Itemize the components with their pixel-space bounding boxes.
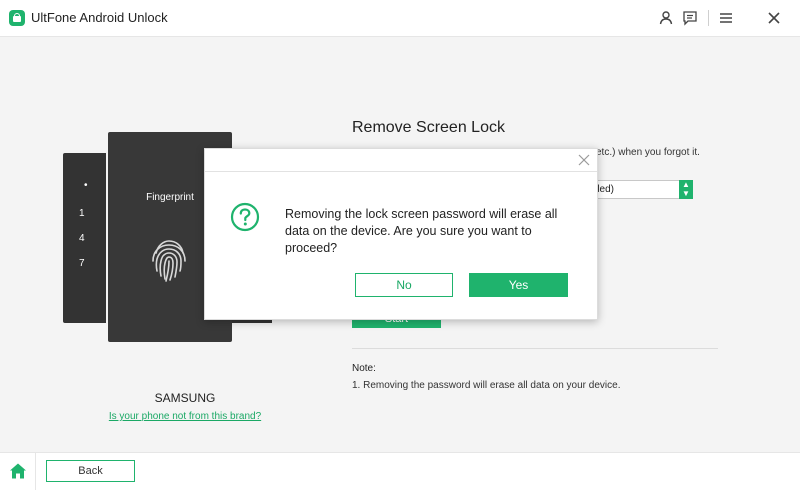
no-button[interactable]: No [355, 273, 453, 297]
app-logo-icon [9, 10, 25, 26]
dialog-message: Removing the lock screen password will e… [285, 207, 558, 255]
note-title: Note: [352, 363, 376, 374]
bottom-bar: Back [0, 452, 800, 490]
brand-name: SAMSUNG [154, 391, 216, 405]
keypad-number: 7 [79, 258, 85, 269]
user-icon[interactable] [658, 10, 674, 26]
change-brand-link[interactable]: Is your phone not from this brand? [100, 411, 270, 422]
keypad-number: 1 [79, 208, 85, 219]
title-bar: UltFone Android Unlock [0, 0, 800, 37]
section-title: Remove Screen Lock [352, 119, 505, 136]
app-title: UltFone Android Unlock [31, 10, 168, 25]
back-button[interactable]: Back [46, 460, 135, 482]
close-icon[interactable] [766, 10, 782, 26]
home-icon[interactable] [9, 462, 27, 480]
question-icon [230, 202, 260, 232]
feedback-icon[interactable] [682, 10, 698, 26]
yes-button[interactable]: Yes [469, 273, 568, 297]
menu-icon[interactable] [718, 10, 734, 26]
divider [352, 348, 718, 349]
section-description: etc.) when you forgot it. [596, 147, 700, 158]
bottom-separator [35, 453, 36, 490]
note-item: 1. Removing the password will erase all … [352, 380, 621, 391]
close-icon[interactable] [577, 153, 591, 167]
titlebar-separator [708, 10, 709, 26]
dialog-header [205, 149, 597, 172]
keypad-number: 4 [79, 233, 85, 244]
fingerprint-icon [152, 240, 186, 282]
confirm-dialog: Removing the lock screen password will e… [204, 148, 598, 320]
chevron-updown-icon[interactable]: ▲ ▼ [679, 180, 693, 199]
